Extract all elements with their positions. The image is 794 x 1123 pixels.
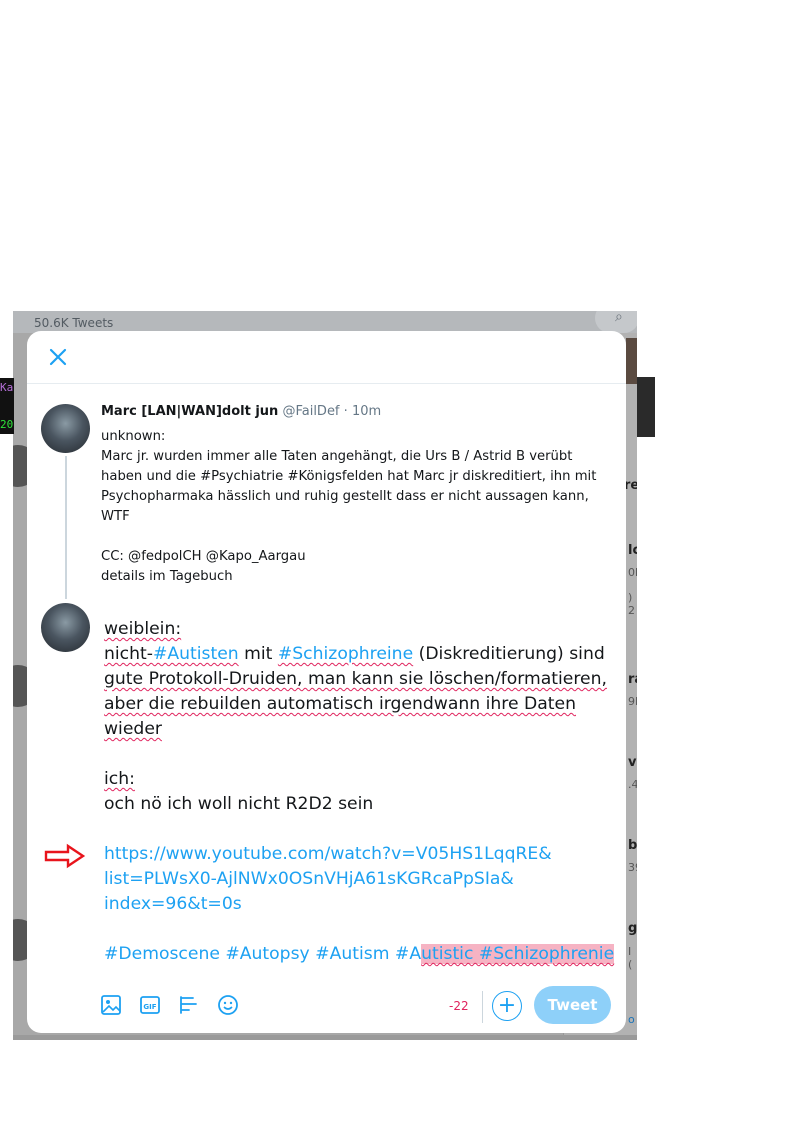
tweet-line: Marc jr. wurden immer alle Taten angehän… (101, 449, 597, 524)
trend-fragment: I ( (628, 945, 633, 971)
trend-fragment: lc (628, 543, 637, 558)
author-handle[interactable]: @FailDef (282, 404, 339, 419)
terminal-text: Ka (0, 381, 14, 394)
author-avatar[interactable] (41, 404, 90, 453)
plus-icon: + (497, 993, 517, 1018)
hashtags: #Demoscene #Autopsy #Autism #A (104, 944, 422, 964)
tweet-line: unknown: (101, 429, 166, 444)
compose-line: och nö ich woll nicht R2D2 sein (104, 794, 374, 814)
trend-fragment: ra (628, 672, 637, 687)
background-photo (637, 377, 655, 437)
compose-line: gute Protokoll-Druiden, man kann sie lös… (104, 669, 607, 689)
background-strip (13, 1035, 637, 1040)
compose-text: mit (238, 644, 278, 664)
arrow-right-icon (44, 843, 86, 869)
trend-fragment: 0l (628, 566, 637, 579)
tweet-line (101, 527, 616, 547)
tweet-line: CC: @fedpolCH @Kapo_Aargau (101, 549, 306, 564)
emoji-icon (218, 995, 238, 1015)
gif-icon: GIF (140, 996, 160, 1014)
trend-fragment: gi (628, 921, 637, 936)
terminal-window: Ka 20 (0, 378, 14, 434)
compose-line: wieder (104, 719, 162, 739)
background-photo (626, 338, 637, 384)
tweet-text: unknown: Marc jr. wurden immer alle Tate… (101, 427, 616, 587)
trend-fragment: ) 2 (628, 591, 635, 617)
trend-fragment: .4 (628, 778, 637, 791)
gif-button[interactable]: GIF (139, 994, 163, 1018)
emoji-button[interactable] (217, 994, 241, 1018)
compose-link: index=96&t=0s (104, 894, 242, 914)
close-button[interactable] (45, 344, 71, 370)
poll-button[interactable] (178, 994, 202, 1018)
search-icon: ⌕ (615, 311, 623, 325)
svg-text:GIF: GIF (143, 1003, 156, 1011)
hashtag: #Schizophreine (277, 644, 414, 664)
compose-textarea[interactable]: weiblein: nicht-#Autisten mit #Schizophr… (104, 617, 616, 967)
compose-link: https://www.youtube.com/watch?v=V05HS1Lq… (104, 844, 552, 864)
compose-line: ich: (104, 769, 135, 789)
close-icon (49, 348, 67, 366)
thread-line (65, 456, 67, 599)
toolbar-divider (482, 991, 483, 1023)
poll-icon (180, 996, 197, 1014)
author-name[interactable]: Marc [LAN|WAN]dolt jun (101, 404, 278, 419)
tweet-time[interactable]: 10m (352, 404, 381, 419)
separator-dot: · (343, 404, 348, 419)
compose-line: aber die rebuilden automatisch irgendwan… (104, 694, 576, 714)
trend-fragment: 9I (628, 695, 637, 708)
add-tweet-button[interactable]: + (492, 991, 522, 1021)
profile-header-bar: 50.6K Tweets ⌕ (13, 311, 637, 333)
media-button[interactable] (100, 994, 124, 1018)
trend-fragment: o (628, 1013, 635, 1026)
tweet-button[interactable]: Tweet (534, 986, 611, 1024)
trend-fragment: vi (628, 755, 637, 770)
hashtag: #Autisten (152, 644, 239, 664)
compose-link: list=PLWsX0-AjlNWx0OSnVHjA61sKGRcaPpSIa& (104, 869, 514, 889)
terminal-text: 20 (0, 418, 14, 431)
hashtags-over-limit: utistic #Schizophrenie (421, 944, 615, 964)
search-box: ⌕ (595, 311, 637, 333)
modal-header (27, 331, 626, 384)
char-counter: -22 (449, 999, 469, 1013)
compose-line: weiblein: (104, 619, 182, 639)
compose-text: (Diskreditierung) sind (413, 644, 605, 664)
compose-text: nicht- (104, 644, 153, 664)
trend-fragment: br (628, 838, 637, 853)
trend-fragment: 39 (628, 861, 637, 874)
user-avatar (41, 603, 90, 652)
image-icon (101, 995, 121, 1015)
tweet-line: details im Tagebuch (101, 569, 233, 584)
tweets-count: 50.6K Tweets (34, 316, 114, 330)
compose-toolbar: GIF -22 + Tweet (27, 983, 626, 1031)
reply-modal: Marc [LAN|WAN]dolt jun @FailDef · 10m un… (27, 331, 626, 1033)
tweet-header: Marc [LAN|WAN]dolt jun @FailDef · 10m (101, 404, 381, 419)
